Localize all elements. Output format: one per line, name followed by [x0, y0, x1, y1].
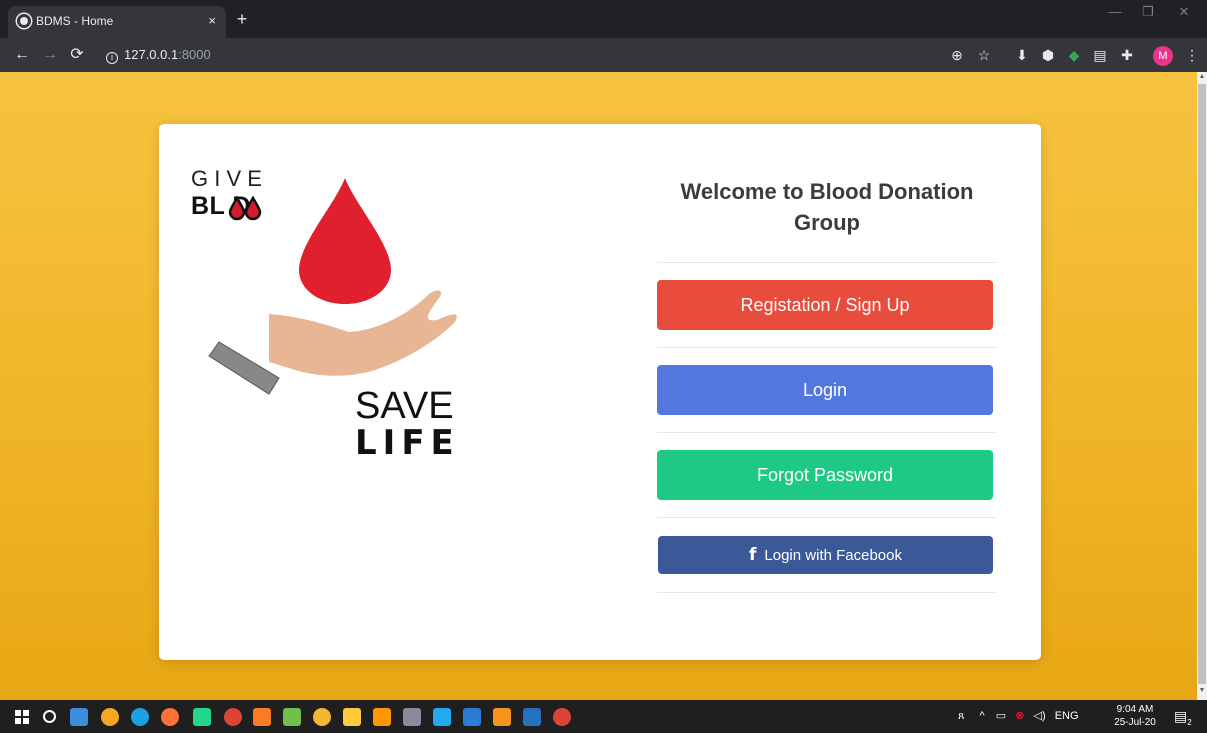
scroll-down-icon[interactable]: ▼ [1197, 686, 1207, 696]
maximize-button[interactable]: ❐ [1136, 4, 1160, 20]
logo-life-text: LIFE [355, 423, 460, 463]
tab-close-icon[interactable]: × [208, 6, 216, 36]
puzzle-extensions-icon[interactable]: ✚ [1119, 47, 1135, 63]
register-button[interactable]: Registation / Sign Up [657, 280, 993, 330]
shield-extension-icon[interactable]: ⬢ [1040, 47, 1056, 63]
task-view-icon[interactable] [70, 708, 88, 726]
welcome-card: G I V E BL D SAVE LIFE Welcome to Blood … [159, 124, 1041, 660]
clock-time: 9:04 AM [1116, 704, 1154, 715]
notepad-icon[interactable] [283, 708, 301, 726]
firefox-icon[interactable] [161, 708, 179, 726]
reload-icon[interactable]: ⟳ [67, 45, 87, 65]
profile-avatar[interactable]: M [1153, 46, 1173, 66]
chrome-icon[interactable] [224, 708, 242, 726]
system-tray: ጸ ^ ▭ ⊗ ◁) ENG [958, 700, 1079, 733]
notification-count: 2 [1187, 717, 1192, 727]
divider [657, 262, 997, 263]
language-indicator[interactable]: ENG [1055, 710, 1079, 722]
scroll-up-icon[interactable]: ▲ [1197, 72, 1207, 82]
hand-sleeve-cuff [208, 341, 280, 395]
scrollbar-thumb[interactable] [1198, 84, 1206, 684]
browser-tab-strip: BDMS - Home × + — ❐ ✕ [0, 0, 1207, 38]
taskbar-app-icon[interactable] [403, 708, 421, 726]
edge-browser-icon[interactable] [131, 708, 149, 726]
give-blood-save-life-logo: G I V E BL D SAVE LIFE [191, 166, 460, 463]
taskbar-app-icon[interactable] [493, 708, 511, 726]
logo-save-text: SAVE [355, 385, 454, 427]
tab-title: BDMS - Home [36, 14, 114, 28]
file-explorer-icon[interactable] [343, 708, 361, 726]
divider [657, 432, 997, 433]
notification-center-icon[interactable]: ▤2 [1174, 708, 1192, 727]
login-button[interactable]: Login [657, 365, 993, 415]
vscode-icon[interactable] [433, 708, 451, 726]
url-host: 127.0.0.1 [124, 47, 179, 62]
windows-taskbar: ጸ ^ ▭ ⊗ ◁) ENG 9:04 AM 25-Jul-20 ▤2 [0, 700, 1207, 733]
network-icon[interactable]: ⊗ [1015, 710, 1024, 722]
url-port: :8000 [178, 47, 211, 62]
forgot-password-button[interactable]: Forgot Password [657, 450, 993, 500]
pycharm-icon[interactable] [193, 708, 211, 726]
word-icon[interactable] [463, 708, 481, 726]
zoom-icon[interactable]: ⊕ [949, 47, 965, 63]
facebook-icon: f [749, 545, 757, 565]
powershell-icon[interactable] [523, 708, 541, 726]
divider [657, 347, 997, 348]
database-extension-icon[interactable]: ▤ [1092, 47, 1108, 63]
back-arrow-icon[interactable]: ← [12, 45, 32, 65]
windows-start-icon[interactable] [15, 710, 29, 724]
search-circle-icon[interactable] [43, 710, 56, 723]
taskbar-clock[interactable]: 9:04 AM 25-Jul-20 [1110, 703, 1160, 729]
facebook-login-button[interactable]: f Login with Facebook [658, 536, 993, 574]
divider [657, 517, 997, 518]
site-info-icon[interactable]: i [106, 52, 118, 64]
chrome-icon[interactable] [553, 708, 571, 726]
download-extension-icon[interactable]: ⬇ [1014, 47, 1030, 63]
tray-chevron-icon[interactable]: ^ [980, 710, 985, 722]
new-tab-button[interactable]: + [232, 6, 252, 32]
color-extension-icon[interactable]: ◆ [1066, 47, 1082, 63]
sublime-text-icon[interactable] [373, 708, 391, 726]
blood-drop-icon [299, 178, 391, 304]
close-window-button[interactable]: ✕ [1172, 4, 1196, 20]
xampp-icon[interactable] [253, 708, 271, 726]
taskbar-app-icon[interactable] [101, 708, 119, 726]
taskbar-app-icon[interactable] [313, 708, 331, 726]
battery-icon[interactable]: ▭ [996, 710, 1006, 722]
site-favicon-icon [17, 14, 31, 28]
open-hand-icon [269, 290, 457, 376]
volume-icon[interactable]: ◁) [1034, 710, 1046, 722]
minimize-button[interactable]: — [1103, 4, 1127, 19]
people-icon[interactable]: ጸ [958, 710, 964, 722]
facebook-login-label: Login with Facebook [764, 547, 902, 564]
forward-arrow-icon[interactable]: → [40, 45, 60, 65]
menu-kebab-icon[interactable]: ⋮ [1184, 47, 1200, 63]
logo-give-text: G I V E [191, 166, 262, 191]
bookmark-star-icon[interactable]: ☆ [976, 47, 992, 63]
browser-tab[interactable]: BDMS - Home × [8, 6, 226, 38]
address-toolbar: ← → ⟳ i 127.0.0.1:8000 ⊕ ☆ ⬇ ⬢ ◆ ▤ ✚ ⋮ [0, 38, 1207, 72]
clock-date: 25-Jul-20 [1114, 717, 1156, 728]
divider [657, 592, 997, 593]
page-scrollbar[interactable]: ▲ ▼ [1197, 72, 1207, 700]
welcome-heading: Welcome to Blood Donation Group [680, 179, 974, 235]
